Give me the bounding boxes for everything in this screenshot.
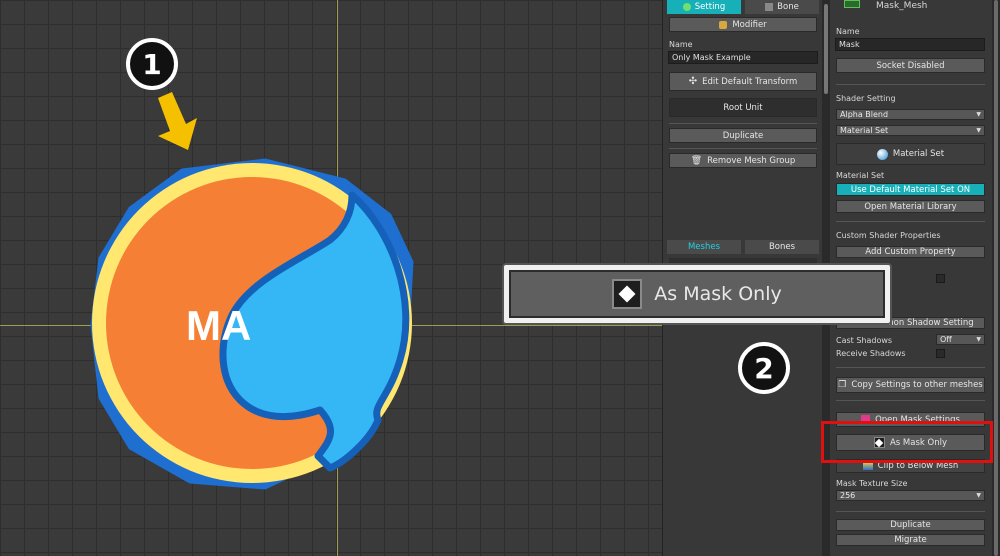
name-label: Name bbox=[836, 27, 860, 36]
copy-settings-button[interactable]: ❐ Copy Settings to other meshes bbox=[836, 377, 985, 393]
right-panel-scrollbar[interactable] bbox=[992, 0, 1000, 556]
divider bbox=[669, 148, 817, 149]
duplicate-mesh-button[interactable]: Duplicate bbox=[836, 519, 985, 531]
highlight-box bbox=[821, 421, 993, 463]
duplicate-mesh-group-button[interactable]: Duplicate bbox=[669, 128, 817, 143]
material-set-select[interactable]: Material Set ▼ bbox=[836, 125, 985, 136]
socket-disabled-button[interactable]: Socket Disabled bbox=[836, 58, 985, 73]
name-field[interactable]: Only Mask Example bbox=[668, 51, 818, 64]
mesh-title: Mask_Mesh bbox=[876, 1, 928, 11]
mesh-icon bbox=[844, 0, 860, 8]
use-default-material-button[interactable]: Use Default Material Set ON bbox=[836, 183, 985, 196]
remove-mesh-group-button[interactable]: 🗑 Remove Mesh Group bbox=[669, 153, 817, 168]
diamond-icon bbox=[612, 279, 643, 309]
modifier-button[interactable]: Modifier bbox=[669, 17, 817, 32]
chevron-down-icon: ▼ bbox=[976, 111, 981, 118]
zoom-callout: As Mask Only bbox=[502, 263, 892, 325]
migrate-button[interactable]: Migrate bbox=[836, 534, 985, 546]
custom-shader-properties-label: Custom Shader Properties bbox=[836, 231, 941, 240]
cast-shadows-label: Cast Shadows bbox=[836, 336, 893, 345]
add-custom-property-button[interactable]: Add Custom Property bbox=[836, 246, 985, 258]
scroll-thumb[interactable] bbox=[994, 0, 998, 556]
arrow-1-icon bbox=[158, 92, 197, 150]
receive-shadows-label: Receive Shadows bbox=[836, 349, 906, 358]
cast-shadows-select[interactable]: Off ▼ bbox=[936, 334, 985, 345]
mesh-text: MA bbox=[186, 302, 251, 349]
shader-setting-label: Shader Setting bbox=[836, 94, 896, 103]
open-material-library-button[interactable]: Open Material Library bbox=[836, 200, 985, 213]
checkbox[interactable] bbox=[936, 274, 945, 283]
tab-bone[interactable]: Bone bbox=[745, 0, 819, 14]
chevron-down-icon: ▼ bbox=[976, 492, 981, 499]
scroll-thumb[interactable] bbox=[824, 4, 828, 94]
material-sphere-icon bbox=[876, 148, 888, 160]
copy-icon: ❐ bbox=[838, 380, 847, 390]
edit-default-transform-button[interactable]: ✣ Edit Default Transform bbox=[669, 72, 817, 91]
divider bbox=[836, 400, 985, 401]
step-2-badge: 2 bbox=[738, 342, 790, 394]
modifier-icon bbox=[719, 20, 728, 29]
chevron-down-icon: ▼ bbox=[976, 336, 981, 343]
divider bbox=[669, 123, 817, 124]
trash-icon: 🗑 bbox=[690, 155, 703, 166]
material-set-label: Material Set bbox=[836, 171, 885, 180]
receive-shadows-checkbox[interactable] bbox=[936, 349, 945, 358]
zoom-label: As Mask Only bbox=[654, 283, 782, 305]
divider bbox=[836, 367, 985, 368]
transform-icon: ✣ bbox=[688, 76, 698, 87]
mesh-name-field[interactable]: Mask bbox=[835, 38, 985, 51]
root-unit-button[interactable]: Root Unit bbox=[669, 98, 817, 117]
chevron-down-icon: ▼ bbox=[976, 127, 981, 134]
divider bbox=[836, 511, 985, 512]
shader-blend-select[interactable]: Alpha Blend ▼ bbox=[836, 109, 985, 120]
material-set-button[interactable]: Material Set bbox=[836, 143, 985, 165]
divider bbox=[836, 84, 985, 85]
step-1-badge: 1 bbox=[126, 38, 178, 90]
tab-meshes[interactable]: Meshes bbox=[667, 240, 741, 254]
tab-setting[interactable]: Setting bbox=[667, 0, 741, 14]
clip-icon bbox=[862, 462, 873, 470]
mask-texture-size-select[interactable]: 256 ▼ bbox=[836, 490, 985, 501]
tab-bones[interactable]: Bones bbox=[745, 240, 819, 254]
mask-texture-size-label: Mask Texture Size bbox=[836, 479, 908, 488]
setting-icon bbox=[682, 3, 691, 11]
bone-icon bbox=[765, 3, 774, 11]
editor-root: MA 1 Setting Bone Modifier Name Only Mas… bbox=[0, 0, 1000, 556]
name-label: Name bbox=[669, 40, 693, 49]
as-mask-only-zoomed-button: As Mask Only bbox=[509, 270, 885, 318]
divider bbox=[836, 221, 985, 222]
